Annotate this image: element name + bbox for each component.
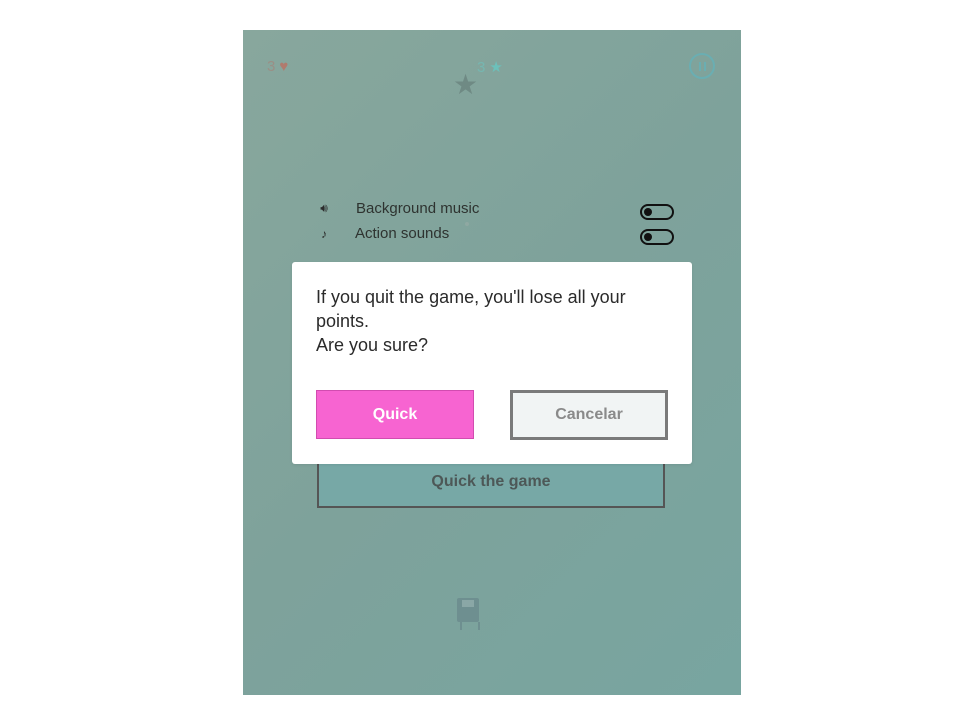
stars-count: 3	[477, 58, 486, 76]
setting-label: Action sounds	[355, 225, 450, 242]
confirm-dialog: If you quit the game, you'll lose all yo…	[292, 262, 692, 464]
heart-icon: ♥	[279, 58, 289, 75]
confirm-quit-button[interactable]: Quick	[316, 390, 474, 439]
quit-game-button[interactable]: Quick the game	[317, 458, 665, 508]
music-note-icon: ♪	[321, 226, 327, 241]
pause-icon	[698, 61, 701, 71]
dialog-message: If you quit the game, you'll lose all yo…	[316, 285, 676, 357]
lives-counter: 3 ♥	[267, 58, 288, 75]
stars-counter: 3 ★	[477, 58, 503, 77]
background-music-toggle[interactable]	[640, 204, 674, 220]
lives-count: 3	[267, 58, 276, 75]
decorative-dot	[465, 222, 469, 226]
pause-button[interactable]	[689, 53, 715, 79]
cancel-button[interactable]: Cancelar	[510, 390, 668, 440]
action-sounds-toggle[interactable]	[640, 229, 674, 245]
speaker-icon: 🔊︎	[320, 201, 328, 215]
pause-icon-bar	[703, 61, 706, 71]
setting-action-sounds: ♪ Action sounds	[317, 225, 449, 242]
save-icon-stand	[460, 622, 480, 630]
setting-label: Background music	[356, 200, 480, 217]
star-icon: ★	[453, 69, 479, 100]
dialog-warning-text: If you quit the game, you'll lose all yo…	[316, 287, 626, 331]
dialog-question-text: Are you sure?	[316, 335, 429, 355]
setting-background-music: 🔊︎ Background music	[317, 200, 479, 217]
star-icon: ★	[489, 59, 503, 76]
save-icon[interactable]	[457, 598, 479, 622]
